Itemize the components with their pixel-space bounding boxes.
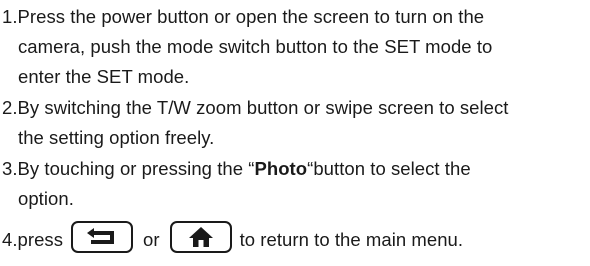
home-icon	[188, 227, 213, 247]
back-icon	[87, 228, 115, 244]
step-2-line-2: the setting option freely.	[18, 127, 215, 148]
step-3-line-2: option.	[18, 188, 74, 209]
step-3: 3.By touching or pressing the “Photo“but…	[2, 154, 582, 214]
step-3-prefix: 3.By touching or pressing the “	[2, 158, 255, 179]
step-4-prefix: 4.press	[2, 229, 64, 250]
step-1-line-3: enter the SET mode.	[18, 66, 190, 87]
step-1: 1.Press the power button or open the scr…	[2, 2, 582, 92]
step-4-or: or	[143, 229, 160, 250]
instruction-document: 1.Press the power button or open the scr…	[0, 0, 590, 266]
step-2: 2.By switching the T/W zoom button or sw…	[2, 93, 582, 153]
step-2-line-1: 2.By switching the T/W zoom button or sw…	[2, 97, 509, 118]
back-key	[71, 221, 134, 253]
step-4: 4.press or to return to the main menu.	[2, 221, 582, 255]
step-3-line-1: 3.By touching or pressing the “Photo“but…	[2, 154, 582, 184]
photo-button-label: Photo	[254, 158, 308, 179]
step-1-line-1: 1.Press the power button or open the scr…	[2, 6, 485, 27]
step-4-suffix: to return to the main menu.	[239, 229, 464, 250]
step-4-line: 4.press or to return to the main menu.	[2, 221, 582, 255]
step-3-suffix: “button to select the	[307, 158, 471, 179]
home-key	[169, 221, 232, 253]
step-1-line-2: camera, push the mode switch button to t…	[18, 36, 493, 57]
